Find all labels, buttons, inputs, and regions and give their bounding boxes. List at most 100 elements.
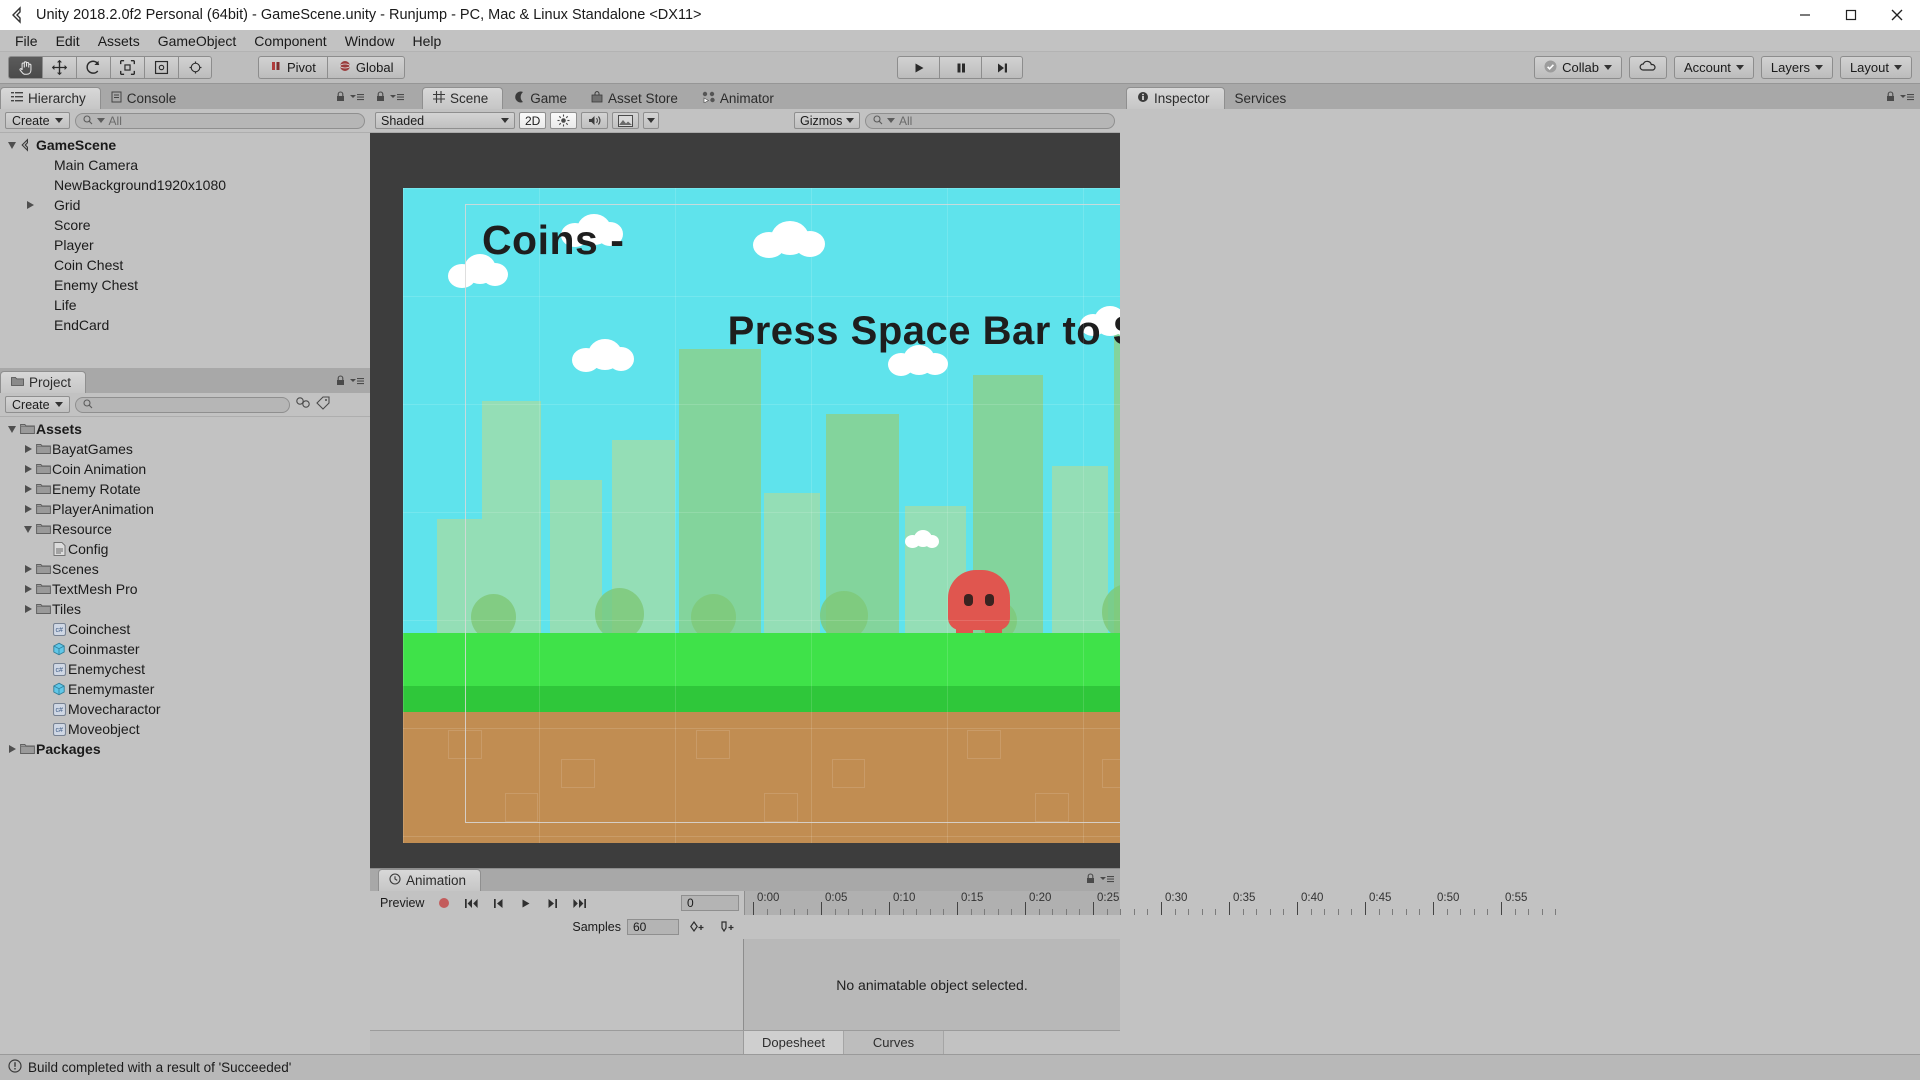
tree-row[interactable]: c# Coinchest [0, 619, 370, 639]
tab-project[interactable]: Project [0, 371, 87, 393]
twisty-collapsed[interactable] [6, 745, 18, 753]
animation-samples-input[interactable]: 60 [627, 919, 679, 935]
lock-icon[interactable] [376, 89, 385, 105]
twisty-collapsed[interactable] [22, 445, 34, 453]
menu-window[interactable]: Window [336, 32, 404, 50]
transform-tool-button[interactable] [178, 56, 212, 79]
menu-help[interactable]: Help [403, 32, 450, 50]
pause-button[interactable] [939, 56, 981, 79]
tree-row[interactable]: Grid [0, 195, 370, 215]
menu-edit[interactable]: Edit [47, 32, 89, 50]
animation-property-list[interactable] [370, 939, 744, 1030]
animation-last-frame-button[interactable] [567, 894, 591, 912]
tab-services[interactable]: Services [1225, 87, 1301, 109]
twisty-collapsed[interactable] [24, 201, 36, 209]
scene-shading-dropdown[interactable]: Shaded [375, 112, 515, 129]
twisty-expanded[interactable] [6, 141, 18, 149]
panel-menu-icon[interactable] [350, 373, 364, 389]
tab-animation[interactable]: Animation [378, 869, 482, 891]
layout-button[interactable]: Layout [1839, 56, 1912, 79]
menu-assets[interactable]: Assets [89, 32, 149, 50]
step-button[interactable] [981, 56, 1023, 79]
global-button[interactable]: Global [326, 56, 406, 79]
tree-row[interactable]: Config [0, 539, 370, 559]
animation-record-button[interactable] [432, 894, 456, 912]
rotate-tool-button[interactable] [76, 56, 110, 79]
twisty-collapsed[interactable] [22, 465, 34, 473]
scene-view[interactable]: Coins - Life Left - Press Space Bar to S… [370, 133, 1120, 868]
project-create-button[interactable]: Create [5, 396, 70, 413]
scene-search-input[interactable]: All [865, 112, 1115, 129]
tree-row[interactable]: Enemy Chest [0, 275, 370, 295]
lock-icon[interactable] [336, 89, 345, 105]
tab-animator[interactable]: Animator [692, 87, 788, 109]
twisty-collapsed[interactable] [22, 505, 34, 513]
tree-row[interactable]: Life [0, 295, 370, 315]
scene-effects-dropdown[interactable] [643, 112, 660, 129]
menu-gameobject[interactable]: GameObject [149, 32, 246, 50]
tree-row[interactable]: Packages [0, 739, 370, 759]
hierarchy-tree[interactable]: GameScene Main Camera NewBackground1920x10… [0, 133, 370, 368]
scene-audio-toggle[interactable] [581, 112, 609, 129]
tab-asset-store[interactable]: Asset Store [581, 87, 692, 109]
panel-menu-icon[interactable] [1900, 89, 1914, 105]
tree-row[interactable]: PlayerAnimation [0, 499, 370, 519]
tab-hierarchy[interactable]: Hierarchy [0, 87, 101, 109]
tree-row[interactable]: Player [0, 235, 370, 255]
project-tree[interactable]: Assets BayatGames Coin Animation Enemy Rota… [0, 417, 370, 1054]
maximize-button[interactable] [1828, 0, 1874, 30]
tree-row[interactable]: Coin Chest [0, 255, 370, 275]
twisty-collapsed[interactable] [22, 565, 34, 573]
lock-icon[interactable] [1086, 871, 1095, 887]
menu-component[interactable]: Component [245, 32, 335, 50]
tree-row[interactable]: Enemymaster [0, 679, 370, 699]
animation-first-frame-button[interactable] [459, 894, 483, 912]
collab-button[interactable]: Collab [1534, 56, 1622, 79]
tree-row[interactable]: NewBackground1920x1080 [0, 175, 370, 195]
hierarchy-create-button[interactable]: Create [5, 112, 70, 129]
menu-file[interactable]: File [6, 32, 47, 50]
scene-gizmos-dropdown[interactable]: Gizmos [794, 112, 860, 129]
account-button[interactable]: Account [1673, 56, 1754, 79]
move-tool-button[interactable] [42, 56, 76, 79]
animation-preview-label[interactable]: Preview [375, 896, 429, 910]
twisty-collapsed[interactable] [22, 605, 34, 613]
tree-row[interactable]: c# Enemychest [0, 659, 370, 679]
scale-tool-button[interactable] [110, 56, 144, 79]
inspector-body[interactable] [1120, 109, 1920, 1054]
animation-add-event-button[interactable] [715, 918, 739, 936]
tree-row[interactable]: Enemy Rotate [0, 479, 370, 499]
tab-inspector[interactable]: Inspector [1126, 87, 1225, 109]
rect-tool-button[interactable] [144, 56, 178, 79]
twisty-collapsed[interactable] [22, 485, 34, 493]
cloud-services-button[interactable] [1628, 56, 1667, 79]
tab-dopesheet[interactable]: Dopesheet [744, 1031, 844, 1054]
twisty-collapsed[interactable] [22, 585, 34, 593]
tree-row[interactable]: BayatGames [0, 439, 370, 459]
scene-lighting-toggle[interactable] [550, 112, 578, 129]
panel-menu-icon[interactable] [350, 89, 364, 105]
twisty-expanded[interactable] [22, 525, 34, 533]
panel-menu-icon[interactable] [1100, 871, 1114, 887]
hand-tool-button[interactable] [8, 56, 42, 79]
tree-row[interactable]: Score [0, 215, 370, 235]
animation-timeline-ruler[interactable]: 0:00 0:05 0:10 0:15 0:20 0:25 0:30 0:35 0:40 0:45… [744, 891, 1557, 915]
scene-2d-toggle[interactable]: 2D [519, 112, 547, 129]
animation-dopesheet-area[interactable]: No animatable object selected. [744, 939, 1120, 1030]
animation-next-frame-button[interactable] [540, 894, 564, 912]
tab-console[interactable]: Console [101, 87, 191, 109]
tree-row[interactable]: Scenes [0, 559, 370, 579]
animation-frame-input[interactable]: 0 [681, 895, 739, 911]
tab-curves[interactable]: Curves [844, 1031, 944, 1054]
tree-row[interactable]: Coinmaster [0, 639, 370, 659]
hierarchy-search-input[interactable]: All [74, 112, 365, 129]
tree-row[interactable]: Tiles [0, 599, 370, 619]
twisty-expanded[interactable] [6, 425, 18, 433]
status-bar[interactable]: Build completed with a result of 'Succee… [0, 1054, 1920, 1080]
tree-row[interactable]: c# Moveobject [0, 719, 370, 739]
animation-add-keyframe-button[interactable] [685, 918, 709, 936]
panel-menu-icon[interactable] [390, 89, 404, 105]
animation-prev-frame-button[interactable] [486, 894, 510, 912]
tree-row[interactable]: Coin Animation [0, 459, 370, 479]
lock-icon[interactable] [1886, 89, 1895, 105]
